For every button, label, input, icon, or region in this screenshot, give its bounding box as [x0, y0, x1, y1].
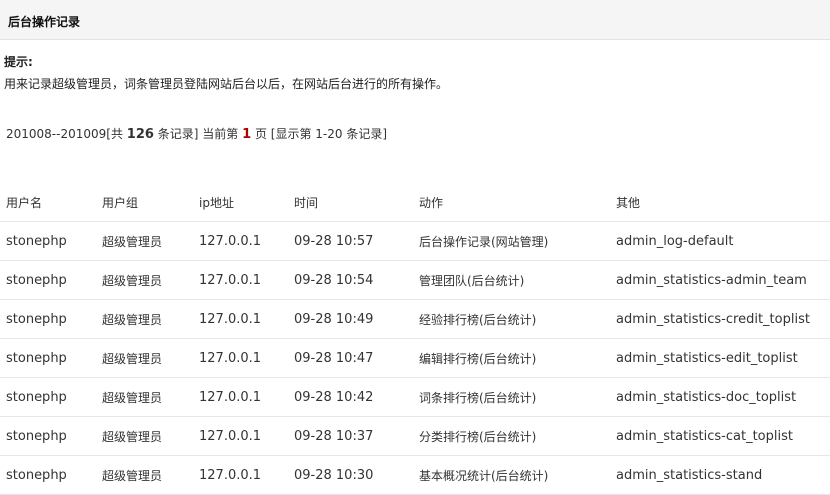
summary-mid2: 页 [显示第	[254, 127, 312, 141]
cell-username: stonephp	[0, 221, 96, 261]
cell-action: 分类排行榜(后台统计)	[413, 416, 610, 456]
cell-usergroup: 超级管理员	[96, 338, 193, 378]
cell-ip: 127.0.0.1	[193, 416, 288, 456]
cell-action: 经验排行榜(后台统计)	[413, 299, 610, 339]
cell-ip: 127.0.0.1	[193, 455, 288, 495]
table-header-row: 用户名 用户组 ip地址 时间 动作 其他	[0, 183, 830, 222]
cell-other: admin_statistics-credit_toplist	[610, 299, 830, 339]
cell-time: 09-28 10:30	[288, 455, 413, 495]
admin-log-table: 用户名 用户组 ip地址 时间 动作 其他 stonephp 超级管理员 127…	[0, 183, 830, 495]
cell-username: stonephp	[0, 416, 96, 456]
record-summary: 201008--201009[共 126 条记录] 当前第 1 页 [显示第 1…	[6, 125, 387, 142]
cell-action: 基本概况统计(后台统计)	[413, 455, 610, 495]
page-header: 后台操作记录	[0, 0, 830, 40]
cell-usergroup: 超级管理员	[96, 299, 193, 339]
column-header-action: 动作	[413, 183, 610, 222]
cell-usergroup: 超级管理员	[96, 416, 193, 456]
table-row: stonephp 超级管理员 127.0.0.1 09-28 10:57 后台操…	[0, 221, 830, 261]
cell-username: stonephp	[0, 338, 96, 378]
cell-usergroup: 超级管理员	[96, 260, 193, 300]
cell-ip: 127.0.0.1	[193, 260, 288, 300]
column-header-username: 用户名	[0, 183, 96, 222]
cell-other: admin_statistics-stand	[610, 455, 830, 495]
tip-text: 用来记录超级管理员，词条管理员登陆网站后台以后，在网站后台进行的所有操作。	[4, 77, 449, 91]
cell-usergroup: 超级管理员	[96, 377, 193, 417]
cell-time: 09-28 10:37	[288, 416, 413, 456]
cell-time: 09-28 10:57	[288, 221, 413, 261]
cell-ip: 127.0.0.1	[193, 377, 288, 417]
cell-username: stonephp	[0, 260, 96, 300]
summary-prefix: [共	[106, 127, 123, 141]
date-range: 201008--201009	[6, 127, 107, 141]
cell-time: 09-28 10:49	[288, 299, 413, 339]
total-count: 126	[126, 127, 154, 142]
shown-range: 1-20	[315, 127, 343, 141]
table-row: stonephp 超级管理员 127.0.0.1 09-28 10:49 经验排…	[0, 299, 830, 339]
cell-action: 管理团队(后台统计)	[413, 260, 610, 300]
cell-usergroup: 超级管理员	[96, 221, 193, 261]
cell-time: 09-28 10:54	[288, 260, 413, 300]
cell-action: 词条排行榜(后台统计)	[413, 377, 610, 417]
table-row: stonephp 超级管理员 127.0.0.1 09-28 10:30 基本概…	[0, 455, 830, 495]
cell-time: 09-28 10:47	[288, 338, 413, 378]
summary-suffix: 条记录]	[346, 127, 388, 141]
cell-other: admin_statistics-doc_toplist	[610, 377, 830, 417]
column-header-ip: ip地址	[193, 183, 288, 222]
table-row: stonephp 超级管理员 127.0.0.1 09-28 10:37 分类排…	[0, 416, 830, 456]
cell-action: 后台操作记录(网站管理)	[413, 221, 610, 261]
column-header-other: 其他	[610, 183, 830, 222]
cell-time: 09-28 10:42	[288, 377, 413, 417]
cell-other: admin_log-default	[610, 221, 830, 261]
summary-mid1: 条记录] 当前第	[157, 127, 239, 141]
cell-usergroup: 超级管理员	[96, 455, 193, 495]
current-page: 1	[242, 127, 252, 142]
tip-label: 提示:	[4, 55, 33, 69]
cell-other: admin_statistics-admin_team	[610, 260, 830, 300]
column-header-usergroup: 用户组	[96, 183, 193, 222]
cell-ip: 127.0.0.1	[193, 221, 288, 261]
cell-username: stonephp	[0, 377, 96, 417]
cell-username: stonephp	[0, 455, 96, 495]
table-row: stonephp 超级管理员 127.0.0.1 09-28 10:47 编辑排…	[0, 338, 830, 378]
cell-other: admin_statistics-edit_toplist	[610, 338, 830, 378]
cell-other: admin_statistics-cat_toplist	[610, 416, 830, 456]
page-title: 后台操作记录	[8, 15, 81, 29]
cell-action: 编辑排行榜(后台统计)	[413, 338, 610, 378]
cell-username: stonephp	[0, 299, 96, 339]
cell-ip: 127.0.0.1	[193, 338, 288, 378]
table-row: stonephp 超级管理员 127.0.0.1 09-28 10:54 管理团…	[0, 260, 830, 300]
table-row: stonephp 超级管理员 127.0.0.1 09-28 10:42 词条排…	[0, 377, 830, 417]
cell-ip: 127.0.0.1	[193, 299, 288, 339]
column-header-time: 时间	[288, 183, 413, 222]
